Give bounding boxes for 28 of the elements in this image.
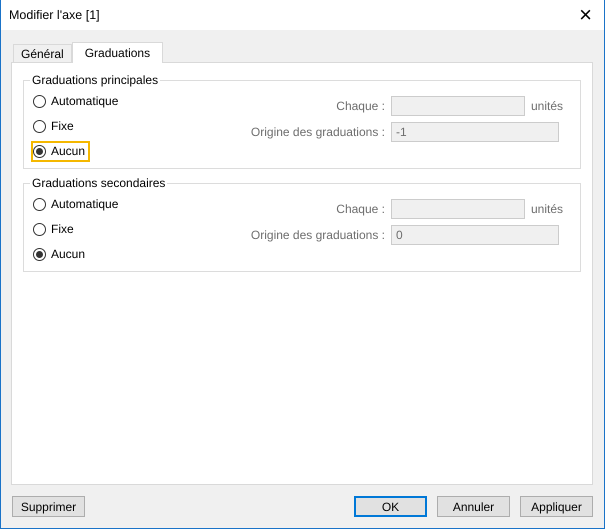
tab[interactable]: Graduations [72,42,164,63]
radio-option[interactable]: Fixe [31,116,79,137]
field-label: Origine des graduations : [250,227,385,244]
group-title: Graduations secondaires [30,176,168,190]
close-button[interactable]: × [575,4,596,26]
dialog-button[interactable]: Appliquer [520,496,593,517]
unit-label: unités [531,201,564,218]
radio-indicator[interactable] [33,120,46,133]
group-title: Graduations principales [30,73,160,87]
dialog-button[interactable]: Annuler [437,496,510,517]
dialog-button[interactable]: Supprimer [12,496,85,517]
radio-indicator[interactable] [33,223,46,236]
field-label: Origine des graduations : [250,124,385,141]
radio-option[interactable]: Automatique [31,194,124,215]
window-title: Modifier l'axe [1] [9,6,100,24]
radio-indicator[interactable] [33,198,46,211]
field-label: Chaque : [335,98,385,115]
radio-indicator[interactable] [33,145,46,158]
tab[interactable]: Général [13,44,72,62]
unit-label: unités [531,98,564,115]
radio-option[interactable]: Fixe [31,219,79,240]
radio-option[interactable]: Aucun [31,244,90,265]
dialog-button[interactable]: OK [354,496,427,517]
radio-option[interactable]: Aucun [33,144,86,159]
radio-option[interactable]: Automatique [31,91,124,112]
radio-indicator[interactable] [33,95,46,108]
field-label: Chaque : [335,201,385,218]
radio-indicator[interactable] [33,248,46,261]
